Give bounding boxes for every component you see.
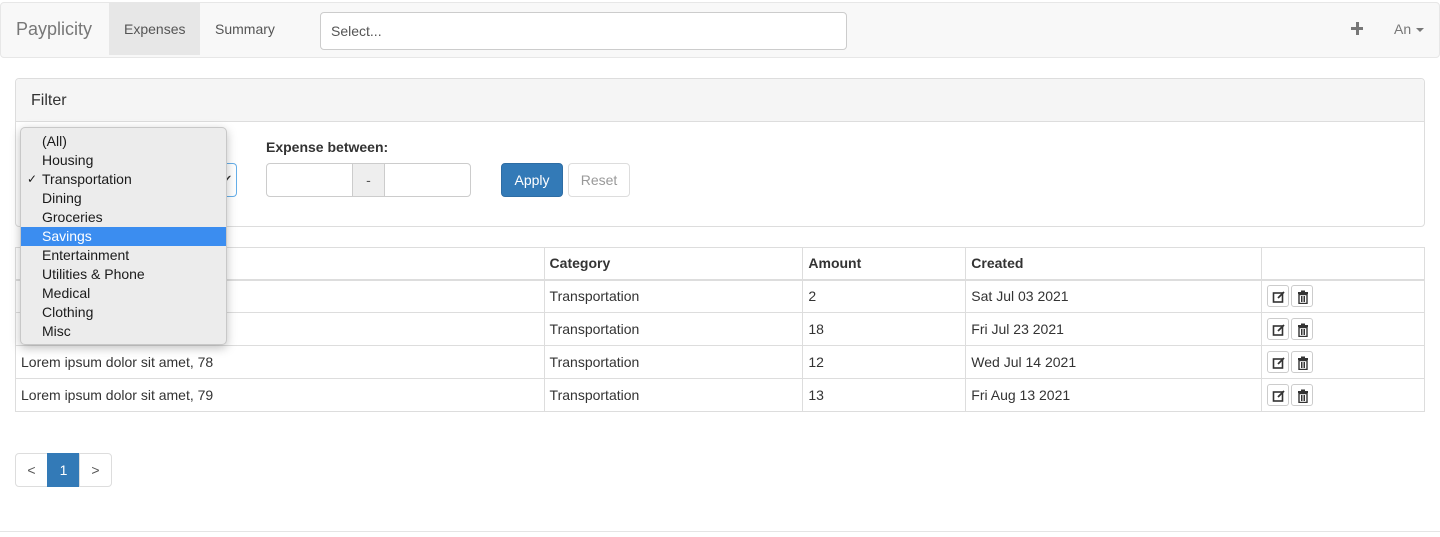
edit-icon[interactable] <box>1267 351 1290 373</box>
search-select[interactable]: Select... <box>320 12 847 50</box>
cell-description: Lorem ipsum dolor sit amet, 79 <box>15 378 545 412</box>
table-row: Lorem ipsum dolor sit amet, 79 Transporta… <box>15 378 1425 412</box>
cell-amount: 18 <box>802 312 967 346</box>
cell-amount: 12 <box>802 345 967 379</box>
dropdown-option[interactable]: ✓ Transportation <box>21 170 226 189</box>
checkmark-icon: ✓ <box>27 172 38 186</box>
edit-icon[interactable] <box>1267 285 1290 308</box>
dropdown-option-label: (All) <box>42 133 67 149</box>
range-separator: - <box>352 163 385 197</box>
dropdown-option[interactable]: Groceries <box>21 208 226 227</box>
dropdown-option[interactable]: Savings <box>21 227 226 246</box>
pagination: < 1 > <box>15 453 112 487</box>
dropdown-option-label: Medical <box>42 285 91 301</box>
cell-category: Transportation <box>543 345 804 379</box>
footer-divider <box>0 531 1440 532</box>
dropdown-option[interactable]: Dining <box>21 189 226 208</box>
dropdown-option-label: Misc <box>42 323 71 339</box>
cell-actions <box>1261 312 1425 346</box>
dropdown-option-label: Transportation <box>42 171 132 187</box>
cell-actions <box>1261 378 1425 412</box>
dropdown-option[interactable]: Clothing <box>21 303 226 322</box>
cell-created: Fri Jul 23 2021 <box>965 312 1263 346</box>
cell-category: Transportation <box>543 312 804 346</box>
table-row: Lorem ipsum dolor sit amet, 78 Transporta… <box>15 345 1425 379</box>
caret-down-icon <box>1416 28 1425 33</box>
header-created[interactable]: Created <box>965 247 1263 281</box>
cell-amount: 13 <box>802 378 967 412</box>
trash-icon[interactable] <box>1291 351 1314 373</box>
dropdown-option[interactable]: Medical <box>21 284 226 303</box>
edit-icon[interactable] <box>1267 384 1290 406</box>
dropdown-option[interactable]: Entertainment <box>21 246 226 265</box>
expense-between-label: Expense between: <box>266 139 389 155</box>
apply-button[interactable]: Apply <box>501 163 563 197</box>
brand-logo[interactable]: Payplicity <box>16 3 92 55</box>
dropdown-option-label: Clothing <box>42 304 94 320</box>
cell-created: Fri Aug 13 2021 <box>965 378 1263 412</box>
reset-button[interactable]: Reset <box>568 163 630 197</box>
dropdown-option-label: Entertainment <box>42 247 130 263</box>
cell-category: Transportation <box>543 378 804 412</box>
cell-actions <box>1261 345 1425 379</box>
trash-icon[interactable] <box>1291 384 1314 406</box>
cell-created: Wed Jul 14 2021 <box>965 345 1263 379</box>
dropdown-option[interactable]: Misc <box>21 322 226 341</box>
user-menu[interactable]: An <box>1394 3 1425 55</box>
dropdown-option[interactable]: Housing <box>21 151 226 170</box>
dropdown-option-label: Groceries <box>42 209 103 225</box>
dropdown-option[interactable]: (All) <box>21 132 226 151</box>
expense-max-input[interactable] <box>384 163 471 197</box>
dropdown-option[interactable]: Utilities & Phone <box>21 265 226 284</box>
page-1-button[interactable]: 1 <box>47 453 80 487</box>
prev-page-button[interactable]: < <box>15 453 48 487</box>
cell-amount: 2 <box>802 279 967 313</box>
cell-category: Transportation <box>543 279 804 313</box>
expense-min-input[interactable] <box>266 163 353 197</box>
dropdown-option-label: Utilities & Phone <box>42 266 145 282</box>
tab-expenses[interactable]: Expenses <box>109 3 201 55</box>
header-amount[interactable]: Amount <box>802 247 967 281</box>
trash-icon[interactable] <box>1291 318 1314 340</box>
filter-title: Filter <box>16 79 1424 122</box>
category-dropdown-list: (All) Housing ✓ Transportation Dining Groceri… <box>20 127 227 345</box>
dropdown-option-label: Savings <box>42 228 92 244</box>
dropdown-option-label: Dining <box>42 190 82 206</box>
dropdown-option-label: Housing <box>42 152 94 168</box>
cell-description: Lorem ipsum dolor sit amet, 78 <box>15 345 545 379</box>
plus-icon[interactable] <box>1347 18 1367 40</box>
trash-icon[interactable] <box>1291 285 1314 308</box>
header-category[interactable]: Category <box>543 247 804 281</box>
navbar: Payplicity Expenses Summary Select... An <box>0 2 1440 58</box>
edit-icon[interactable] <box>1267 318 1290 340</box>
cell-created: Sat Jul 03 2021 <box>965 279 1263 313</box>
user-name: An <box>1394 21 1412 37</box>
header-actions <box>1261 247 1425 281</box>
tab-summary[interactable]: Summary <box>200 3 290 55</box>
cell-actions <box>1261 279 1425 313</box>
next-page-button[interactable]: > <box>79 453 112 487</box>
